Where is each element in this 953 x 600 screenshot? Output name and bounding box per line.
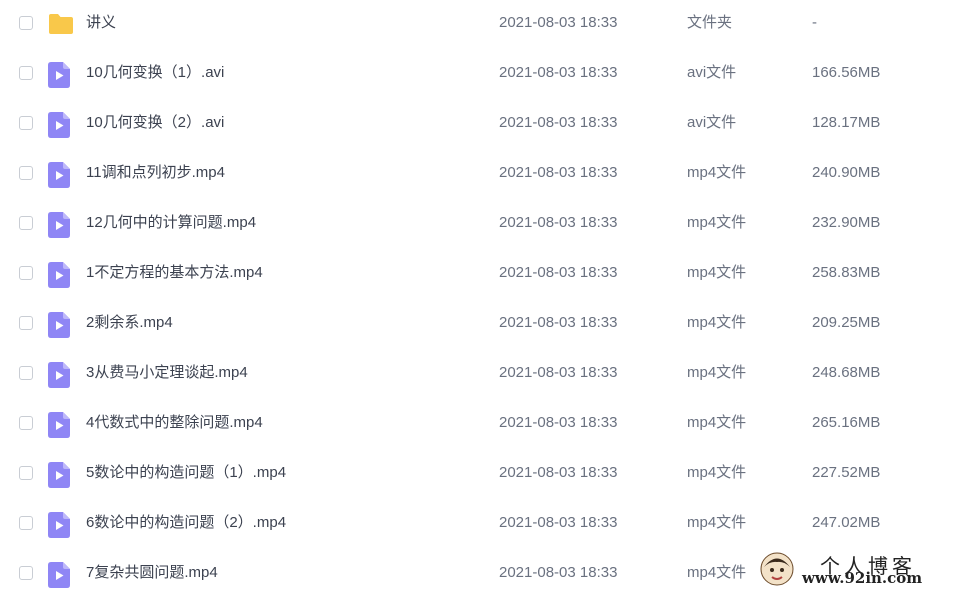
file-size: 166.56MB (812, 64, 881, 81)
row-checkbox[interactable] (19, 66, 33, 80)
file-date: 2021-08-03 18:33 (499, 214, 618, 231)
row-checkbox[interactable] (19, 16, 33, 30)
video-file-icon (48, 62, 70, 93)
row-checkbox[interactable] (19, 516, 33, 530)
row-checkbox[interactable] (19, 566, 33, 580)
file-type: mp4文件 (687, 214, 747, 231)
file-name[interactable]: 6数论中的构造问题（2）.mp4 (86, 514, 286, 532)
file-name[interactable]: 11调和点列初步.mp4 (86, 164, 225, 182)
folder-icon (48, 13, 74, 40)
file-date: 2021-08-03 18:33 (499, 114, 618, 131)
file-size: 265.16MB (812, 414, 881, 431)
file-size: 247.02MB (812, 514, 881, 531)
file-size: 240.90MB (812, 164, 881, 181)
file-type: mp4文件 (687, 564, 747, 581)
file-type: mp4文件 (687, 364, 747, 381)
file-date: 2021-08-03 18:33 (499, 164, 618, 181)
file-date: 2021-08-03 18:33 (499, 564, 618, 581)
file-size: 248.68MB (812, 364, 881, 381)
watermark-url: www.92in.com (802, 569, 923, 587)
file-type: mp4文件 (687, 514, 747, 531)
file-row[interactable]: 5数论中的构造问题（1）.mp4 2021-08-03 18:33 mp4文件 227… (0, 450, 953, 500)
file-date: 2021-08-03 18:33 (499, 464, 618, 481)
file-name[interactable]: 10几何变换（1）.avi (86, 64, 224, 82)
video-file-icon (48, 262, 70, 293)
file-name[interactable]: 讲义 (86, 14, 116, 32)
file-list: 讲义 2021-08-03 18:33 文件夹 - 10几何变换（1）.avi 2021-… (0, 0, 953, 600)
file-date: 2021-08-03 18:33 (499, 314, 618, 331)
file-type: mp4文件 (687, 464, 747, 481)
file-name[interactable]: 1不定方程的基本方法.mp4 (86, 264, 263, 282)
file-size: 232.90MB (812, 214, 881, 231)
file-row[interactable]: 11调和点列初步.mp4 2021-08-03 18:33 mp4文件 240.90M… (0, 150, 953, 200)
file-name[interactable]: 3从费马小定理谈起.mp4 (86, 364, 248, 382)
file-row[interactable]: 2剩余系.mp4 2021-08-03 18:33 mp4文件 209.25MB (0, 300, 953, 350)
file-row[interactable]: 1不定方程的基本方法.mp4 2021-08-03 18:33 mp4文件 258.8… (0, 250, 953, 300)
file-type: mp4文件 (687, 264, 747, 281)
file-type: 文件夹 (687, 14, 733, 31)
file-row[interactable]: 4代数式中的整除问题.mp4 2021-08-03 18:33 mp4文件 265.1… (0, 400, 953, 450)
file-row[interactable]: 10几何变换（1）.avi 2021-08-03 18:33 avi文件 166.56… (0, 50, 953, 100)
row-checkbox[interactable] (19, 466, 33, 480)
file-date: 2021-08-03 18:33 (499, 364, 618, 381)
file-name[interactable]: 12几何中的计算问题.mp4 (86, 214, 256, 232)
video-file-icon (48, 362, 70, 393)
file-size: 209.25MB (812, 314, 881, 331)
file-type: mp4文件 (687, 314, 747, 331)
video-file-icon (48, 462, 70, 493)
row-checkbox[interactable] (19, 166, 33, 180)
file-name[interactable]: 2剩余系.mp4 (86, 314, 173, 332)
file-row[interactable]: 讲义 2021-08-03 18:33 文件夹 - (0, 0, 953, 50)
file-name[interactable]: 5数论中的构造问题（1）.mp4 (86, 464, 286, 482)
row-checkbox[interactable] (19, 366, 33, 380)
file-size: 227.52MB (812, 464, 881, 481)
file-name[interactable]: 7复杂共圆问题.mp4 (86, 564, 218, 582)
watermark: 个人博客 www.92in.com (760, 550, 950, 588)
file-row[interactable]: 6数论中的构造问题（2）.mp4 2021-08-03 18:33 mp4文件 247… (0, 500, 953, 550)
video-file-icon (48, 512, 70, 543)
file-row[interactable]: 3从费马小定理谈起.mp4 2021-08-03 18:33 mp4文件 248.68… (0, 350, 953, 400)
row-checkbox[interactable] (19, 266, 33, 280)
video-file-icon (48, 112, 70, 143)
file-type: mp4文件 (687, 414, 747, 431)
video-file-icon (48, 562, 70, 593)
file-type: mp4文件 (687, 164, 747, 181)
file-row[interactable]: 12几何中的计算问题.mp4 2021-08-03 18:33 mp4文件 232.9… (0, 200, 953, 250)
video-file-icon (48, 412, 70, 443)
row-checkbox[interactable] (19, 416, 33, 430)
file-date: 2021-08-03 18:33 (499, 14, 618, 31)
file-date: 2021-08-03 18:33 (499, 514, 618, 531)
file-type: avi文件 (687, 114, 737, 131)
file-name[interactable]: 10几何变换（2）.avi (86, 114, 224, 132)
file-date: 2021-08-03 18:33 (499, 64, 618, 81)
avatar-icon (760, 552, 794, 586)
file-size: 128.17MB (812, 114, 881, 131)
file-date: 2021-08-03 18:33 (499, 264, 618, 281)
file-type: avi文件 (687, 64, 737, 81)
video-file-icon (48, 162, 70, 193)
row-checkbox[interactable] (19, 116, 33, 130)
video-file-icon (48, 212, 70, 243)
file-name[interactable]: 4代数式中的整除问题.mp4 (86, 414, 263, 432)
row-checkbox[interactable] (19, 316, 33, 330)
file-size: - (812, 14, 817, 31)
file-size: 258.83MB (812, 264, 881, 281)
file-date: 2021-08-03 18:33 (499, 414, 618, 431)
video-file-icon (48, 312, 70, 343)
file-row[interactable]: 10几何变换（2）.avi 2021-08-03 18:33 avi文件 128.17… (0, 100, 953, 150)
row-checkbox[interactable] (19, 216, 33, 230)
